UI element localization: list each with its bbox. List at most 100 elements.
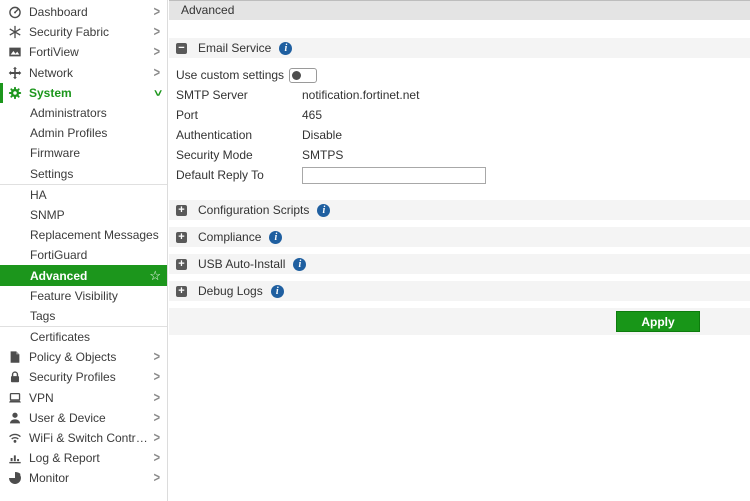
gear-icon [7,85,23,100]
field-value: SMTPS [302,148,343,162]
section-header-usb-auto-install[interactable]: + USB Auto-Install i [169,254,750,274]
email-service-header[interactable]: − Email Service i [169,38,750,58]
sidebar-item-wifi-switch-controller[interactable]: WiFi & Switch Controller> [0,428,167,448]
sidebar-item-system[interactable]: System> [0,83,167,103]
sidebar-item-label: Security Profiles [29,370,154,384]
collapsed-sections: + Configuration Scripts i + Compliance i + USB … [169,200,750,301]
field-label: Authentication [176,128,302,142]
section-header-debug-logs[interactable]: +Debug Logsi [169,281,750,301]
sidebar-item-security-profiles[interactable]: Security Profiles> [0,367,167,387]
section-header-compliance[interactable]: + Compliance i [169,227,750,247]
field-value: Disable [302,128,342,142]
sidebar-item-firmware[interactable]: Firmware [0,143,167,163]
sidebar-item-label: Security Fabric [29,25,154,39]
sidebar-item-label: Replacement Messages [30,228,160,242]
field-label: Security Mode [176,148,302,162]
sidebar-item-label: User & Device [29,411,154,425]
sidebar-item-fortiview[interactable]: FortiView> [0,42,167,62]
sidebar-item-label: Dashboard [29,5,154,19]
sidebar-item-label: Network [29,66,154,80]
chevron-right-icon: > [154,390,160,405]
sidebar-item-label: Certificates [30,330,160,344]
form-row-security-mode: Security ModeSMTPS [176,145,750,165]
section-title: USB Auto-Install [198,257,285,271]
page-header: Advanced [169,0,750,20]
sidebar-item-dashboard[interactable]: Dashboard> [0,2,167,22]
sidebar-item-ha[interactable]: HA [0,185,167,205]
sidebar: Dashboard>Security Fabric>FortiView>Netw… [0,0,168,501]
sidebar-item-label: SNMP [30,208,160,222]
network-icon [7,65,23,80]
chevron-right-icon: > [154,5,160,20]
expand-icon[interactable]: + [176,205,187,216]
policy-icon [7,350,23,365]
sidebar-item-network[interactable]: Network> [0,63,167,83]
sidebar-item-label: HA [30,188,160,202]
sidebar-item-user-device[interactable]: User & Device> [0,408,167,428]
wifi-icon [7,431,23,446]
apply-button[interactable]: Apply [616,311,700,332]
sidebar-item-fortiguard[interactable]: FortiGuard [0,245,167,265]
expand-icon[interactable]: + [176,259,187,270]
info-icon[interactable]: i [293,258,306,271]
field-label: SMTP Server [176,88,302,102]
sidebar-item-label: Monitor [29,471,154,485]
sidebar-item-admin-profiles[interactable]: Admin Profiles [0,123,167,143]
lock-icon [7,370,23,385]
main-content: Advanced − Email Service i Use custom se… [169,0,750,501]
sidebar-item-label: Feature Visibility [30,289,160,303]
section-title: Email Service [198,41,271,55]
gauge-icon [7,5,23,20]
sidebar-item-label: Firmware [30,146,160,160]
sidebar-item-log-report[interactable]: Log & Report> [0,448,167,468]
expand-icon[interactable]: + [176,232,187,243]
sidebar-item-label: Tags [30,309,160,323]
chevron-right-icon: > [154,451,160,466]
form-row-smtp-server: SMTP Servernotification.fortinet.net [176,85,750,105]
sidebar-item-security-fabric[interactable]: Security Fabric> [0,22,167,42]
sidebar-item-label: WiFi & Switch Controller [29,431,154,445]
section-title: Compliance [198,230,261,244]
expand-icon[interactable]: + [176,286,187,297]
sidebar-item-label: FortiView [29,45,154,59]
favorite-star-icon[interactable]: ☆ [149,268,161,284]
chevron-down-icon: > [149,90,164,96]
section-title: Configuration Scripts [198,203,309,217]
use-custom-settings-toggle[interactable] [289,68,317,83]
sidebar-item-snmp[interactable]: SNMP [0,205,167,225]
sidebar-item-feature-visibility[interactable]: Feature Visibility [0,286,167,306]
sidebar-item-label: Administrators [30,106,160,120]
sidebar-item-vpn[interactable]: VPN> [0,388,167,408]
sidebar-item-policy-objects[interactable]: Policy & Objects> [0,347,167,367]
info-icon[interactable]: i [271,285,284,298]
sidebar-item-replacement-messages[interactable]: Replacement Messages [0,225,167,245]
chevron-right-icon: > [154,370,160,385]
chevron-right-icon: > [154,350,160,365]
chevron-right-icon: > [154,65,160,80]
sidebar-item-label: Log & Report [29,451,154,465]
form-row-use-custom-settings: Use custom settings [176,65,750,85]
field-label: Port [176,108,302,122]
footer-bar: Apply [169,308,750,335]
sidebar-item-certificates[interactable]: Certificates [0,327,167,347]
fortiview-icon [7,45,23,60]
toggle-knob [292,71,301,80]
info-icon[interactable]: i [279,42,292,55]
default-reply-to-input[interactable] [302,167,486,184]
section-header-configuration-scripts[interactable]: + Configuration Scripts i [169,200,750,220]
sidebar-item-settings[interactable]: Settings [0,164,167,184]
sidebar-item-advanced[interactable]: Advanced☆ [0,265,167,285]
sidebar-item-label: System [29,86,154,100]
sidebar-item-administrators[interactable]: Administrators [0,103,167,123]
sidebar-item-tags[interactable]: Tags [0,306,167,326]
field-value: notification.fortinet.net [302,88,419,102]
sidebar-item-label: FortiGuard [30,248,160,262]
sidebar-item-label: Policy & Objects [29,350,154,364]
chevron-right-icon: > [154,431,160,446]
sidebar-item-monitor[interactable]: Monitor> [0,468,167,488]
sidebar-item-label: Settings [30,167,160,181]
info-icon[interactable]: i [317,204,330,217]
collapse-icon[interactable]: − [176,43,187,54]
info-icon[interactable]: i [269,231,282,244]
chevron-right-icon: > [154,471,160,486]
